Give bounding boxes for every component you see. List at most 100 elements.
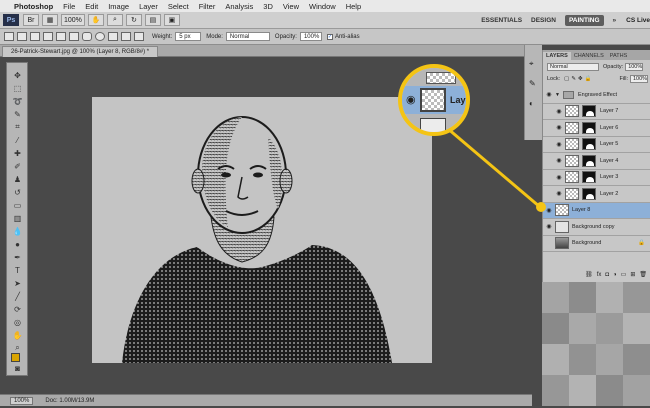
doc-size-info[interactable]: Doc: 1.00M/13.9M: [45, 398, 94, 404]
menu-layer[interactable]: Layer: [139, 2, 158, 11]
eye-icon[interactable]: ◉: [553, 124, 565, 131]
workspace-painting[interactable]: PAINTING: [564, 14, 604, 26]
polygon-tool-icon[interactable]: [108, 32, 118, 41]
layer-row[interactable]: ◉ Layer 6: [543, 120, 650, 137]
foreground-color-swatch[interactable]: [11, 353, 20, 362]
adjustments-panel-icon[interactable]: ◐: [529, 99, 539, 109]
quick-mask-icon[interactable]: ◙: [11, 362, 24, 374]
quick-selection-tool-icon[interactable]: ✎: [11, 108, 24, 120]
document-canvas[interactable]: [92, 97, 432, 363]
menu-file[interactable]: File: [63, 2, 75, 11]
menu-view[interactable]: View: [283, 2, 299, 11]
adjustment-layer-icon[interactable]: ◑: [613, 272, 617, 278]
tool-preset-picker[interactable]: [4, 32, 14, 41]
gradient-tool-icon[interactable]: ▥: [11, 212, 24, 224]
weight-input[interactable]: 5 px: [175, 32, 202, 41]
layer-row[interactable]: ◉ Layer 3: [543, 170, 650, 186]
rotate-view-icon[interactable]: ↻: [125, 14, 142, 26]
line-tool-icon[interactable]: [121, 32, 131, 41]
app-menu[interactable]: Photoshop: [14, 2, 53, 11]
brush-panel-icon[interactable]: ✎: [529, 79, 539, 89]
layer-row[interactable]: Background 🔒: [543, 236, 650, 252]
3d-rotate-tool-icon[interactable]: ⟳: [11, 303, 24, 315]
status-zoom-field[interactable]: 100%: [10, 396, 34, 405]
clone-stamp-tool-icon[interactable]: ♟: [11, 173, 24, 185]
menu-3d[interactable]: 3D: [263, 2, 273, 11]
mode-select[interactable]: Normal: [225, 32, 270, 41]
zoom-icon[interactable]: ⌕: [106, 14, 123, 26]
eye-icon[interactable]: ◉: [543, 223, 555, 230]
type-tool-icon[interactable]: T: [11, 264, 24, 276]
eraser-tool-icon[interactable]: ▭: [11, 199, 24, 211]
eye-icon[interactable]: ◉: [553, 174, 565, 181]
layer-opacity-input[interactable]: 100%: [625, 63, 644, 71]
custom-shape-icon[interactable]: [134, 32, 144, 41]
add-mask-icon[interactable]: ◘: [605, 272, 609, 278]
rounded-rectangle-icon[interactable]: [82, 32, 92, 41]
layer-group-row[interactable]: ◉ ▼ Engraved Effect: [543, 87, 650, 104]
menu-image[interactable]: Image: [108, 2, 129, 11]
menu-analysis[interactable]: Analysis: [225, 2, 253, 11]
hand-tool-icon[interactable]: ✋: [11, 329, 24, 341]
eye-icon[interactable]: ◉: [543, 207, 555, 214]
pen-tool-icon[interactable]: ✒: [11, 251, 24, 263]
tab-layers[interactable]: LAYERS: [543, 52, 571, 60]
line-tool-icon[interactable]: ╱: [11, 290, 24, 302]
eye-icon[interactable]: ◉: [553, 190, 565, 197]
marquee-tool-icon[interactable]: ⬚: [11, 82, 24, 94]
cs-live-button[interactable]: CS Live: [626, 17, 650, 24]
screen-mode-icon[interactable]: ▣: [163, 14, 180, 26]
layer-style-icon[interactable]: fx: [597, 272, 602, 278]
layer-row-selected[interactable]: ◉ Layer 8: [543, 202, 650, 219]
eyedropper-tool-icon[interactable]: ⁄: [11, 134, 24, 146]
pen-tool-icon[interactable]: [56, 32, 66, 41]
hand-icon[interactable]: ✋: [87, 14, 104, 26]
menu-help[interactable]: Help: [346, 2, 361, 11]
disclosure-triangle-icon[interactable]: ▼: [555, 92, 563, 98]
menu-filter[interactable]: Filter: [199, 2, 216, 11]
3d-orbit-tool-icon[interactable]: ◎: [11, 316, 24, 328]
link-layers-icon[interactable]: ⛓: [585, 271, 593, 278]
layer-row[interactable]: ◉ Layer 2: [543, 186, 650, 203]
paths-icon[interactable]: [30, 32, 40, 41]
layer-row[interactable]: ◉ Layer 7: [543, 104, 650, 120]
lasso-tool-icon[interactable]: ➰: [11, 95, 24, 107]
layer-row[interactable]: ◉ Background copy: [543, 219, 650, 236]
path-selection-tool-icon[interactable]: ➤: [11, 277, 24, 289]
antialias-checkbox[interactable]: ✓: [326, 33, 333, 40]
fill-input[interactable]: 100%: [630, 75, 648, 83]
blur-tool-icon[interactable]: 💧: [11, 225, 24, 237]
delete-layer-icon[interactable]: 🗑: [639, 271, 647, 278]
rectangle-tool-icon[interactable]: [69, 32, 79, 41]
eye-icon[interactable]: ◉: [543, 91, 555, 98]
guides-button[interactable]: ▦: [42, 14, 58, 26]
new-layer-icon[interactable]: ⊞: [630, 271, 635, 278]
brush-tool-icon[interactable]: ✐: [11, 160, 24, 172]
history-panel-icon[interactable]: ⌖: [529, 59, 539, 69]
menu-edit[interactable]: Edit: [85, 2, 98, 11]
workspace-essentials[interactable]: ESSENTIALS: [481, 17, 522, 24]
blend-mode-select[interactable]: Normal: [547, 63, 599, 71]
menu-select[interactable]: Select: [168, 2, 189, 11]
menu-window[interactable]: Window: [309, 2, 336, 11]
history-brush-tool-icon[interactable]: ↺: [11, 186, 24, 198]
arrange-documents-icon[interactable]: ▤: [144, 14, 161, 26]
opacity-input[interactable]: 100%: [299, 32, 322, 41]
tab-paths[interactable]: PATHS: [607, 52, 631, 60]
ellipse-tool-icon[interactable]: [95, 32, 105, 41]
new-group-icon[interactable]: ▭: [621, 271, 627, 278]
more-workspaces-button[interactable]: »: [613, 17, 617, 24]
tab-channels[interactable]: CHANNELS: [571, 52, 607, 60]
dodge-tool-icon[interactable]: ●: [11, 238, 24, 250]
eye-icon[interactable]: ◉: [553, 141, 565, 148]
bridge-button[interactable]: Br: [23, 14, 39, 26]
move-tool-icon[interactable]: ✥: [11, 69, 24, 81]
zoom-level-select[interactable]: 100%: [61, 14, 85, 26]
eye-icon[interactable]: ◉: [553, 157, 565, 164]
lock-icons[interactable]: ▢✎✥🔒: [564, 76, 593, 82]
healing-brush-tool-icon[interactable]: ✚: [11, 147, 24, 159]
workspace-design[interactable]: DESIGN: [531, 17, 556, 24]
fill-pixels-icon[interactable]: [43, 32, 53, 41]
crop-tool-icon[interactable]: ⌗: [11, 121, 24, 133]
document-tab[interactable]: 26-Patrick-Stewart.jpg @ 100% (Layer 8, …: [2, 46, 159, 57]
